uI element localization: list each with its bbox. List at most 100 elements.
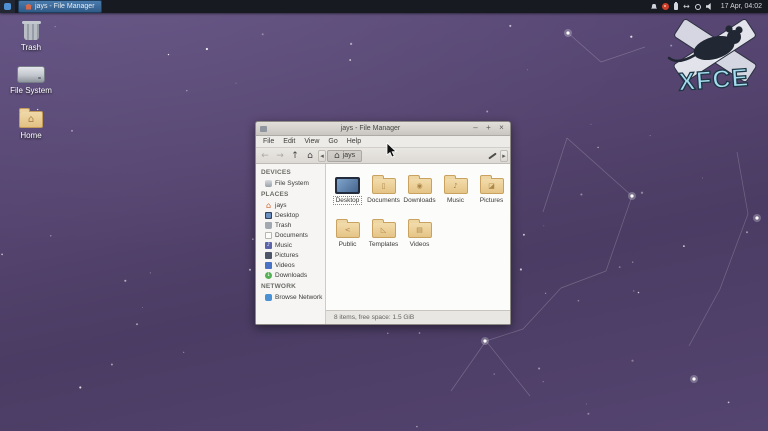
path-button-jays[interactable]: ⌂ jays (327, 150, 362, 162)
back-button[interactable]: ← (258, 150, 272, 162)
sidebar-heading: NETWORK (256, 280, 325, 292)
drive-icon (265, 180, 272, 187)
desktop-icon-label: Home (20, 131, 41, 140)
document-emblem-icon: ▯ (382, 182, 386, 190)
forward-button[interactable]: → (273, 150, 287, 162)
network-icon (265, 294, 272, 301)
indicator-circle-icon[interactable] (695, 4, 701, 10)
path-scroll-right-button[interactable]: ▸ (500, 150, 508, 162)
desktop-monitor-icon (335, 177, 360, 194)
filesystem-icon (17, 66, 45, 83)
sidebar-item-pictures[interactable]: Pictures (256, 250, 325, 260)
desktop: jays - File Manager ↔ 17 Apr, 04:02 Tras… (0, 0, 768, 431)
file-label: Public (337, 241, 359, 248)
network-arrows-icon[interactable]: ↔ (683, 3, 690, 10)
top-panel: jays - File Manager ↔ 17 Apr, 04:02 (0, 0, 768, 13)
sidebar-heading: PLACES (256, 188, 325, 200)
file-label: Documents (365, 197, 402, 204)
maximize-button[interactable]: + (484, 124, 493, 133)
desktop-icon (265, 212, 272, 219)
sidebar-item-trash[interactable]: Trash (256, 220, 325, 230)
folder-icon: ◉ (408, 178, 432, 194)
file-item-documents[interactable]: ▯ Documents (366, 170, 401, 212)
battery-icon[interactable] (674, 3, 678, 10)
download-emblem-icon: ◉ (416, 182, 422, 190)
clock[interactable]: 17 Apr, 04:02 (721, 3, 762, 10)
music-emblem-icon: ♪ (453, 182, 457, 190)
window-app-icon (260, 126, 267, 132)
download-icon: ↓ (265, 272, 272, 279)
folder-icon: ▯ (372, 178, 396, 194)
home-icon (25, 4, 32, 10)
sidebar-item-desktop[interactable]: Desktop (256, 210, 325, 220)
menu-view[interactable]: View (300, 136, 323, 147)
toolbar: ← → ↑ ⌂ ◂ ⌂ jays ▸ (256, 148, 510, 164)
photo-emblem-icon: ◪ (488, 182, 495, 190)
menu-bar: FileEditViewGoHelp (256, 136, 510, 148)
folder-icon: < (336, 222, 360, 238)
folder-icon: ◺ (372, 222, 396, 238)
desktop-icon-trash[interactable]: Trash (4, 23, 58, 52)
file-item-public[interactable]: < Public (330, 214, 365, 256)
sidebar-heading: DEVICES (256, 166, 325, 178)
path-label: jays (343, 152, 355, 159)
file-label: Pictures (478, 197, 505, 204)
file-item-desktop[interactable]: Desktop (330, 170, 365, 212)
file-label: Videos (408, 241, 432, 248)
notification-bell-icon[interactable] (651, 4, 657, 10)
share-emblem-icon: < (345, 226, 351, 234)
status-red-icon[interactable] (662, 3, 669, 10)
file-item-templates[interactable]: ◺ Templates (366, 214, 401, 256)
sidebar-item-jays[interactable]: ⌂ jays (256, 200, 325, 210)
home-button[interactable]: ⌂ (303, 150, 317, 162)
file-label: Music (445, 197, 466, 204)
window-title: jays - File Manager (270, 125, 471, 132)
file-item-pictures[interactable]: ◪ Pictures (474, 170, 509, 212)
file-view: Desktop ▯ Documents ◉ Downloads ♪ Music … (326, 164, 510, 324)
template-emblem-icon: ◺ (381, 226, 386, 234)
status-text: 8 items, free space: 1.5 GiB (334, 314, 414, 321)
sidebar-item-music[interactable]: ♪ Music (256, 240, 325, 250)
edit-location-button[interactable] (485, 150, 499, 162)
desktop-icon-label: File System (10, 86, 52, 95)
applications-menu-button[interactable] (0, 0, 15, 13)
volume-icon[interactable] (706, 3, 714, 10)
picture-icon (265, 252, 272, 259)
home-folder-icon (19, 111, 43, 128)
desktop-icon-label: Trash (21, 43, 41, 52)
taskbar-window-button[interactable]: jays - File Manager (18, 0, 102, 13)
applications-menu-icon (4, 3, 11, 10)
sidebar-item-documents[interactable]: Documents (256, 230, 325, 240)
file-manager-window: jays - File Manager – + × FileEditViewGo… (255, 121, 511, 325)
trash-icon (265, 222, 272, 229)
window-titlebar[interactable]: jays - File Manager – + × (256, 122, 510, 136)
menu-file[interactable]: File (259, 136, 278, 147)
desktop-icon-file-system[interactable]: File System (4, 66, 58, 95)
sidebar-item-browse-network[interactable]: Browse Network (256, 292, 325, 302)
status-bar: 8 items, free space: 1.5 GiB (326, 310, 510, 324)
file-label: Downloads (401, 197, 437, 204)
sidebar-item-file-system[interactable]: File System (256, 178, 325, 188)
folder-icon: ◪ (480, 178, 504, 194)
sidebar-item-downloads[interactable]: ↓ Downloads (256, 270, 325, 280)
file-item-videos[interactable]: ▤ Videos (402, 214, 437, 256)
path-scroll-left-button[interactable]: ◂ (318, 150, 326, 162)
home-icon: ⌂ (334, 151, 340, 161)
desktop-icon-home[interactable]: Home (4, 111, 58, 140)
file-label: Desktop (334, 197, 362, 204)
menu-edit[interactable]: Edit (279, 136, 299, 147)
close-button[interactable]: × (497, 124, 506, 133)
video-icon (265, 262, 272, 269)
menu-help[interactable]: Help (343, 136, 365, 147)
file-grid: Desktop ▯ Documents ◉ Downloads ♪ Music … (326, 164, 510, 310)
menu-go[interactable]: Go (324, 136, 341, 147)
system-tray: ↔ (651, 3, 714, 10)
file-label: Templates (367, 241, 401, 248)
file-item-downloads[interactable]: ◉ Downloads (402, 170, 437, 212)
file-item-music[interactable]: ♪ Music (438, 170, 473, 212)
sidebar-item-videos[interactable]: Videos (256, 260, 325, 270)
up-button[interactable]: ↑ (288, 150, 302, 162)
minimize-button[interactable]: – (471, 124, 480, 133)
sidebar: DEVICES File System PLACES ⌂ jays Deskto… (256, 164, 326, 324)
xfce-logo: XFCE (662, 18, 766, 102)
